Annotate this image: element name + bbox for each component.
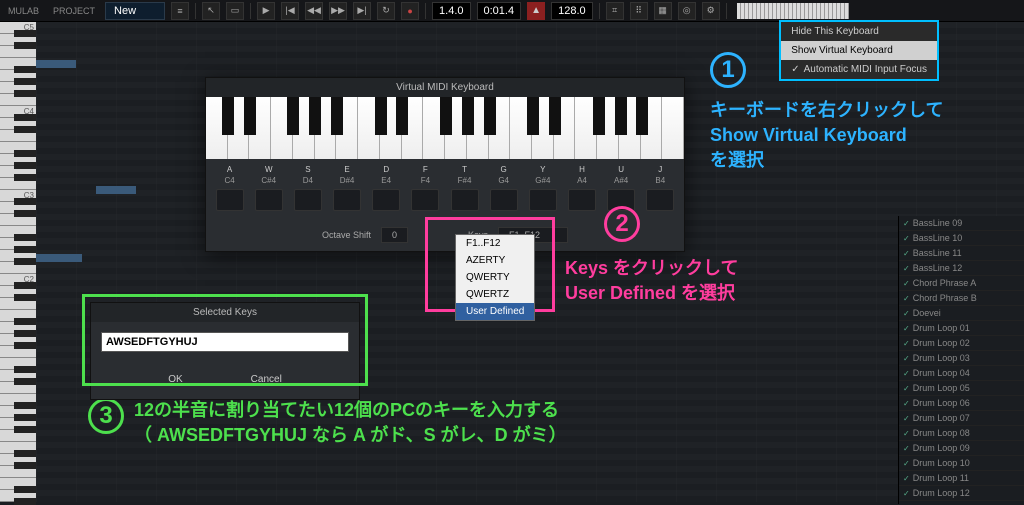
clip-list-item[interactable]: ✓Chord Phrase B: [899, 291, 1024, 306]
midi-clip[interactable]: [96, 186, 136, 194]
vmk-pad[interactable]: [372, 189, 400, 211]
clip-list-item[interactable]: ✓Drum Loop 06: [899, 396, 1024, 411]
clip-list-item[interactable]: ✓Drum Loop 12: [899, 486, 1024, 501]
clip-list-item[interactable]: ✓BassLine 11: [899, 246, 1024, 261]
vmk-pad[interactable]: [255, 189, 283, 211]
clip-list-item[interactable]: ✓Drum Loop 05: [899, 381, 1024, 396]
clip-list-item[interactable]: ✓Doevei: [899, 306, 1024, 321]
keys-opt-f1f12[interactable]: F1..F12: [456, 235, 534, 252]
vmk-pad[interactable]: [607, 189, 635, 211]
keyboard-context-menu: Hide This Keyboard Show Virtual Keyboard…: [779, 20, 939, 81]
midi-clip[interactable]: [36, 60, 76, 68]
vmk-key-label: DE4: [370, 165, 402, 185]
keys-opt-user-defined[interactable]: User Defined: [456, 303, 534, 320]
project-dropdown[interactable]: New: [105, 2, 165, 20]
grid2-icon[interactable]: ▦: [654, 2, 672, 20]
vmk-pad[interactable]: [529, 189, 557, 211]
vmk-pad[interactable]: [294, 189, 322, 211]
record-button[interactable]: ●: [401, 2, 419, 20]
clip-list-item[interactable]: ✓Chord Phrase A: [899, 276, 1024, 291]
tool-select-icon[interactable]: ▭: [226, 2, 244, 20]
vmk-pad[interactable]: [216, 189, 244, 211]
tempo-display[interactable]: 128.0: [551, 2, 593, 20]
top-toolbar: MULAB PROJECT New ≡ ↖ ▭ ▶ |◀ ◀◀ ▶▶ ▶| ↻ …: [0, 0, 1024, 22]
vmk-title: Virtual MIDI Keyboard: [206, 78, 684, 97]
clip-list-item[interactable]: ✓Drum Loop 10: [899, 456, 1024, 471]
vmk-key-label: TF#4: [449, 165, 481, 185]
vmk-key-label: SD4: [292, 165, 324, 185]
toolbar-keyboard[interactable]: [737, 3, 849, 19]
menu-auto-midi-focus[interactable]: ✓Automatic MIDI Input Focus: [781, 60, 937, 79]
selected-keys-input[interactable]: [101, 332, 349, 352]
clip-list-item[interactable]: ✓Drum Loop 11: [899, 471, 1024, 486]
clip-list-item[interactable]: ✓Drum Loop 08: [899, 426, 1024, 441]
piano-roll-keyboard[interactable]: C5C4C3C2: [0, 22, 36, 502]
rewind-start-button[interactable]: |◀: [281, 2, 299, 20]
keys-opt-qwerty[interactable]: QWERTY: [456, 269, 534, 286]
vmk-pad[interactable]: [333, 189, 361, 211]
menu-show-virtual-keyboard[interactable]: Show Virtual Keyboard: [781, 41, 937, 60]
position-display[interactable]: 1.4.0: [432, 2, 470, 20]
octave-shift-label: Octave Shift: [322, 230, 371, 240]
vmk-pad[interactable]: [490, 189, 518, 211]
clip-list-item[interactable]: ✓Drum Loop 09: [899, 441, 1024, 456]
selected-keys-dialog: Selected Keys OK Cancel: [90, 302, 360, 400]
tool-arrow-icon[interactable]: ↖: [202, 2, 220, 20]
menu-hide-keyboard[interactable]: Hide This Keyboard: [781, 22, 937, 41]
forward-button[interactable]: ▶▶: [329, 2, 347, 20]
vmk-key-labels: AC4 WC#4 SD4 ED#4 DE4 FF4 TF#4 GG4 YG#4 HA4 UA#4 JB…: [206, 159, 684, 187]
keys-opt-azerty[interactable]: AZERTY: [456, 252, 534, 269]
clip-list-item[interactable]: ✓Drum Loop 04: [899, 366, 1024, 381]
time-display[interactable]: 0:01.4: [477, 2, 522, 20]
clip-list-item[interactable]: ✓Drum Loop 03: [899, 351, 1024, 366]
play-button[interactable]: ▶: [257, 2, 275, 20]
vmk-pads: [206, 187, 684, 219]
keys-opt-qwertz[interactable]: QWERTZ: [456, 286, 534, 303]
vmk-key-label: ED#4: [331, 165, 363, 185]
clip-list-item[interactable]: ✓Drum Loop 02: [899, 336, 1024, 351]
octave-shift-value[interactable]: 0: [381, 227, 408, 243]
vmk-key-label: HA4: [566, 165, 598, 185]
clip-list-item[interactable]: ✓Drum Loop 13: [899, 501, 1024, 504]
ok-button[interactable]: OK: [154, 370, 196, 389]
keys-layout-dropdown: F1..F12 AZERTY QWERTY QWERTZ User Define…: [455, 234, 535, 321]
clip-list-item[interactable]: ✓Drum Loop 07: [899, 411, 1024, 426]
snap-icon[interactable]: ⌗: [606, 2, 624, 20]
clip-list-item[interactable]: ✓Drum Loop 01: [899, 321, 1024, 336]
project-label: PROJECT: [49, 6, 99, 16]
vmk-pad[interactable]: [646, 189, 674, 211]
vmk-keyboard[interactable]: [206, 97, 684, 159]
menu-button[interactable]: ≡: [171, 2, 189, 20]
vmk-key-label: GG4: [488, 165, 520, 185]
target-icon[interactable]: ◎: [678, 2, 696, 20]
vmk-pad[interactable]: [451, 189, 479, 211]
vmk-key-label: WC#4: [253, 165, 285, 185]
cancel-button[interactable]: Cancel: [237, 370, 296, 389]
loop-button[interactable]: ↻: [377, 2, 395, 20]
clip-browser: ✓BassLine 09✓BassLine 10✓BassLine 11✓Bas…: [898, 216, 1024, 504]
selected-keys-title: Selected Keys: [91, 303, 359, 322]
clip-list-item[interactable]: ✓BassLine 09: [899, 216, 1024, 231]
virtual-midi-keyboard-window: Virtual MIDI Keyboard AC4 WC#4 SD4 ED#4 DE4 F…: [205, 77, 685, 252]
vmk-pad[interactable]: [411, 189, 439, 211]
metronome-icon[interactable]: ▲: [527, 2, 545, 20]
vmk-key-label: UA#4: [605, 165, 637, 185]
grid1-icon[interactable]: ⠿: [630, 2, 648, 20]
vmk-key-label: AC4: [214, 165, 246, 185]
clip-list-item[interactable]: ✓BassLine 10: [899, 231, 1024, 246]
clip-list-item[interactable]: ✓BassLine 12: [899, 261, 1024, 276]
mulab-label: MULAB: [4, 6, 43, 16]
vmk-pad[interactable]: [568, 189, 596, 211]
vmk-key-label: YG#4: [527, 165, 559, 185]
forward-end-button[interactable]: ▶|: [353, 2, 371, 20]
gear-icon[interactable]: ⚙: [702, 2, 720, 20]
vmk-key-label: FF4: [409, 165, 441, 185]
midi-clip[interactable]: [36, 254, 82, 262]
rewind-button[interactable]: ◀◀: [305, 2, 323, 20]
vmk-key-label: JB4: [644, 165, 676, 185]
